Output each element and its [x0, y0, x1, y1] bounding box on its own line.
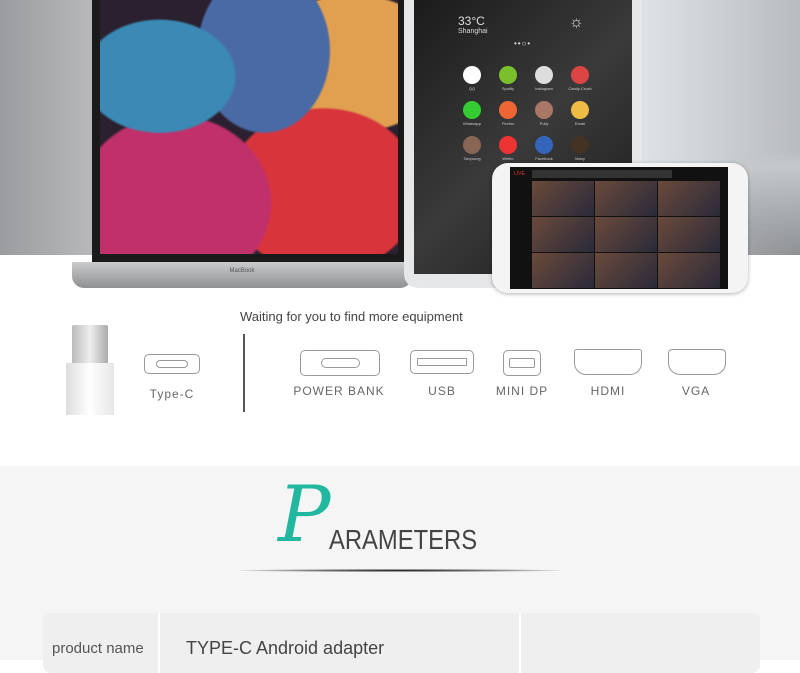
app-label: Firefox [501, 121, 515, 126]
app-label: Whatsapp [462, 121, 481, 126]
live-label: LIVE [514, 171, 525, 177]
app-label: Many [575, 156, 585, 161]
app-icon-polly[interactable]: Polly [526, 101, 562, 126]
title-underline [240, 569, 560, 572]
app-icon-qq[interactable]: QQ [454, 66, 490, 91]
video-tile[interactable] [658, 181, 720, 216]
app-icon [499, 136, 517, 154]
power-bank-label: POWER BANK [293, 384, 385, 398]
param-key: product name [52, 640, 144, 657]
app-icon [463, 66, 481, 84]
app-label: Weibo [502, 156, 514, 161]
type-c-label: Type-C [149, 387, 195, 401]
parameters-title: ARAMETERS [329, 524, 478, 555]
vga-port-icon [668, 349, 726, 375]
vga-label: VGA [681, 384, 711, 398]
app-icon [535, 66, 553, 84]
app-grid: QQ Spotify Instagram Candy Crush Whatsapp Fir… [454, 66, 598, 161]
equipment-heading: Waiting for you to find more equipment [240, 309, 463, 324]
video-tile[interactable] [595, 217, 657, 252]
app-label: Spotify [501, 86, 515, 91]
app-icon-weibo[interactable]: Weibo [490, 136, 526, 161]
app-icon [571, 136, 589, 154]
parameters-title-initial: P [278, 470, 331, 560]
app-icon-tanyoung[interactable]: Tanyoung [454, 136, 490, 161]
app-label: Candy Crush [568, 86, 592, 91]
app-icon [463, 101, 481, 119]
video-tile[interactable] [595, 253, 657, 288]
phone: LIVE [492, 163, 748, 293]
power-bank-port-icon [300, 350, 380, 376]
app-icon-firefox[interactable]: Firefox [490, 101, 526, 126]
video-tile[interactable] [532, 217, 594, 252]
laptop-brand: MacBook [229, 268, 255, 274]
parameters-table [43, 613, 760, 673]
app-icon [499, 101, 517, 119]
video-tile[interactable] [658, 217, 720, 252]
video-tile[interactable] [595, 181, 657, 216]
app-label: Email [574, 121, 585, 126]
laptop-screen [92, 0, 406, 262]
app-icon-whatsapp[interactable]: Whatsapp [454, 101, 490, 126]
app-icon-email[interactable]: Email [562, 101, 598, 126]
leaves-wallpaper [100, 0, 398, 254]
phone-screen: LIVE [510, 167, 728, 289]
mini-dp-port-icon [503, 350, 541, 376]
usb-port-icon [410, 350, 474, 374]
app-icon [571, 66, 589, 84]
app-icon [535, 101, 553, 119]
video-tile[interactable] [532, 181, 594, 216]
type-c-connector-image [66, 325, 114, 415]
weather-temperature: 33°C [458, 14, 485, 28]
app-icon [499, 66, 517, 84]
app-icon-candy-crush[interactable]: Candy Crush [562, 66, 598, 91]
type-c-port-icon [144, 354, 200, 374]
app-label: Instagram [535, 86, 553, 91]
app-label: Polly [539, 121, 549, 126]
app-icon [535, 136, 553, 154]
app-icon [463, 136, 481, 154]
hdmi-port-icon [574, 349, 642, 375]
video-tile[interactable] [532, 253, 594, 288]
app-label: Tanyoung [463, 156, 481, 161]
sun-icon: ☼ [569, 14, 584, 31]
divider [243, 334, 245, 412]
app-icon-instagram[interactable]: Instagram [526, 66, 562, 91]
param-value: TYPE-C Android adapter [186, 638, 385, 658]
app-label: QQ [468, 86, 476, 91]
app-icon-many[interactable]: Many [562, 136, 598, 161]
phone-search-bar[interactable] [532, 170, 672, 178]
laptop-base: MacBook [72, 262, 412, 288]
video-tile[interactable] [658, 253, 720, 288]
app-icon [571, 101, 589, 119]
app-icon-facebook[interactable]: Facebook [526, 136, 562, 161]
weather-city: Shanghai [458, 28, 488, 35]
app-icon-spotify[interactable]: Spotify [490, 66, 526, 91]
page-dots: ••○• [514, 39, 532, 48]
app-label: Facebook [535, 156, 553, 161]
video-tiles [532, 181, 720, 288]
